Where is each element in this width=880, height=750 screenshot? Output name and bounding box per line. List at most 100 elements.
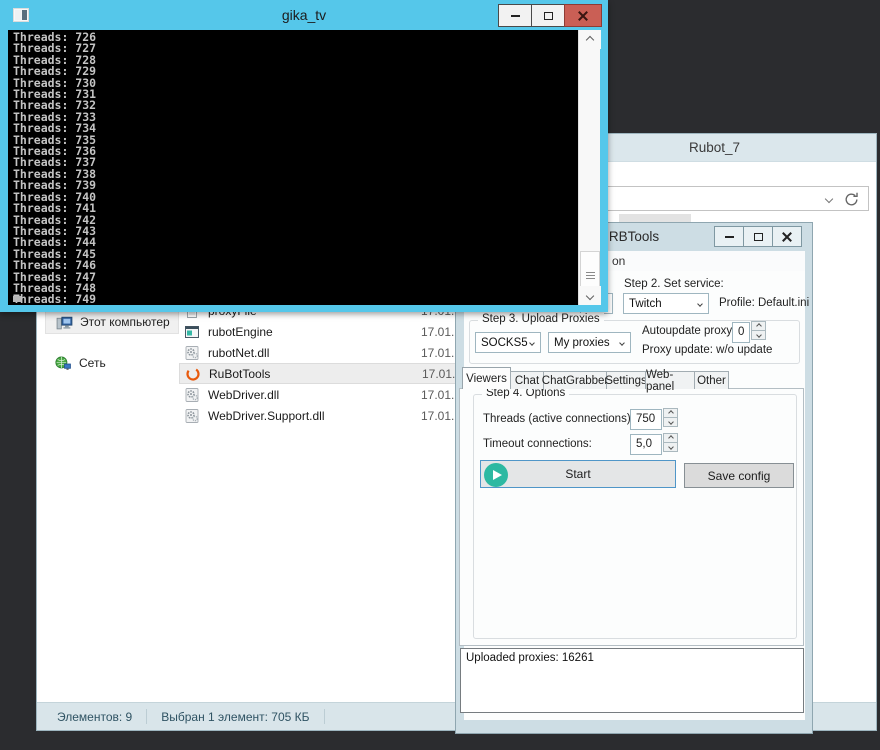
maximize-button[interactable] [743, 226, 773, 247]
chevron-down-icon [668, 444, 674, 450]
service-select[interactable]: Twitch [623, 293, 709, 314]
chevron-down-icon [529, 340, 535, 346]
play-icon [484, 463, 508, 487]
menu-item[interactable]: on [612, 254, 625, 268]
table-row[interactable]: rubotNet.dll 17.01.202 [179, 342, 499, 363]
console-body: Threads: 726 Threads: 727 Threads: 728 T… [8, 30, 600, 305]
minimize-icon [511, 15, 520, 17]
step4-group: Step 4. Options Threads (active connecti… [473, 394, 797, 639]
window-controls [715, 226, 802, 247]
tab-settings[interactable]: Settings [606, 371, 646, 389]
table-row[interactable]: WebDriver.Support.dll 17.01.202 [179, 405, 499, 426]
tab-strip: Viewers Chat ChatGrabber Settings Web-pa… [463, 367, 729, 389]
proxy-source-value: My proxies [549, 337, 620, 349]
proxy-source-select[interactable]: My proxies [548, 332, 631, 353]
maximize-icon [754, 233, 763, 241]
explorer-title: Rubot_7 [689, 140, 740, 155]
chevron-down-icon [586, 291, 594, 299]
chevron-down-icon [756, 332, 762, 338]
file-name: WebDriver.Support.dll [208, 409, 325, 423]
autoupdate-stepper[interactable]: 0 [732, 322, 766, 343]
close-icon [782, 232, 792, 242]
dll-icon [184, 345, 200, 361]
tab-chatgrabber[interactable]: ChatGrabber [543, 371, 607, 389]
service-value: Twitch [624, 298, 698, 310]
maximize-button[interactable] [531, 4, 565, 27]
save-config-label: Save config [708, 469, 771, 483]
step-down-button[interactable] [663, 442, 678, 452]
autoupdate-label: Autoupdate proxy: [642, 325, 735, 337]
sidebar-item-this-pc[interactable]: Этот компьютер [45, 310, 179, 334]
proxy-update-label: Proxy update: w/o update [642, 344, 772, 356]
chevron-down-icon [619, 340, 625, 346]
step3-group-label: Step 3. Upload Proxies [478, 313, 604, 325]
console-output: Threads: 726 Threads: 727 Threads: 728 T… [8, 30, 578, 305]
sidebar-item-label: Сеть [79, 356, 106, 370]
app-icon [184, 324, 200, 340]
timeout-stepper[interactable]: 5,0 [630, 434, 678, 455]
threads-value[interactable]: 750 [630, 409, 662, 430]
rbtools-content: on Step 2. Set service: Twitch Profile: … [464, 251, 805, 720]
tab-chat[interactable]: Chat [510, 371, 544, 389]
sidebar-item-label: Этот компьютер [80, 315, 170, 329]
console-cursor [13, 296, 21, 302]
refresh-icon[interactable] [843, 191, 860, 208]
network-icon [55, 355, 72, 372]
start-button-label: Start [565, 467, 590, 481]
scrollbar[interactable] [578, 30, 600, 305]
step-down-button[interactable] [663, 417, 678, 427]
status-divider [324, 709, 325, 724]
timeout-value[interactable]: 5,0 [630, 434, 662, 455]
chevron-up-icon [586, 35, 594, 43]
close-button[interactable] [564, 4, 602, 27]
dll-icon [184, 387, 200, 403]
tab-web-panel[interactable]: Web-panel [645, 371, 695, 389]
window-controls [499, 4, 602, 27]
chevron-up-icon [668, 410, 674, 416]
step3-group: Step 3. Upload Proxies SOCKS5 My proxies… [469, 320, 800, 364]
table-row[interactable]: WebDriver.dll 17.01.202 [179, 384, 499, 405]
threads-label: Threads (active connections): [483, 413, 634, 425]
chevron-down-icon [697, 301, 703, 307]
status-items-count: Элементов: 9 [57, 710, 132, 724]
table-row[interactable]: rubotEngine 17.01.202 [179, 321, 499, 342]
close-button[interactable] [772, 226, 802, 247]
dll-icon [184, 408, 200, 424]
minimize-icon [725, 236, 734, 238]
rubottools-icon [185, 366, 201, 382]
minimize-button[interactable] [714, 226, 744, 247]
proxy-type-value: SOCKS5 [476, 337, 530, 349]
file-name: RuBotTools [209, 367, 270, 381]
console-titlebar[interactable]: gika_tv [0, 0, 608, 30]
chevron-up-icon [756, 323, 762, 329]
proxy-type-select[interactable]: SOCKS5 [475, 332, 541, 353]
status-divider [146, 709, 147, 724]
table-row-selected[interactable]: RuBotTools 17.01.202 [179, 363, 499, 384]
close-icon [578, 11, 588, 21]
save-config-button[interactable]: Save config [684, 463, 794, 488]
file-name: rubotNet.dll [208, 346, 269, 360]
step2-label: Step 2. Set service: [624, 278, 724, 290]
file-name: rubotEngine [208, 325, 273, 339]
stepper-buttons [663, 434, 678, 455]
status-selection: Выбран 1 элемент: 705 КБ [161, 710, 309, 724]
console-window: gika_tv Threads: 726 Threads: 727 Thread… [0, 0, 608, 312]
header-fragment [619, 214, 691, 222]
maximize-icon [544, 12, 553, 20]
scroll-down-button[interactable] [579, 286, 601, 305]
chevron-down-icon[interactable] [825, 195, 833, 203]
tab-viewers[interactable]: Viewers [462, 367, 511, 389]
log-listbox[interactable]: Uploaded proxies: 16261 [460, 648, 804, 713]
stepper-buttons [751, 322, 766, 343]
start-button[interactable]: Start [480, 460, 676, 488]
stepper-buttons [663, 409, 678, 430]
computer-icon [56, 314, 73, 331]
autoupdate-value[interactable]: 0 [732, 322, 750, 343]
threads-stepper[interactable]: 750 [630, 409, 678, 430]
minimize-button[interactable] [498, 4, 532, 27]
tab-page-viewers: Step 4. Options Threads (active connecti… [459, 388, 804, 646]
step-down-button[interactable] [751, 330, 766, 340]
sidebar-item-network[interactable]: Сеть [45, 351, 179, 375]
tab-other[interactable]: Other [694, 371, 729, 389]
scroll-up-button[interactable] [579, 30, 601, 49]
